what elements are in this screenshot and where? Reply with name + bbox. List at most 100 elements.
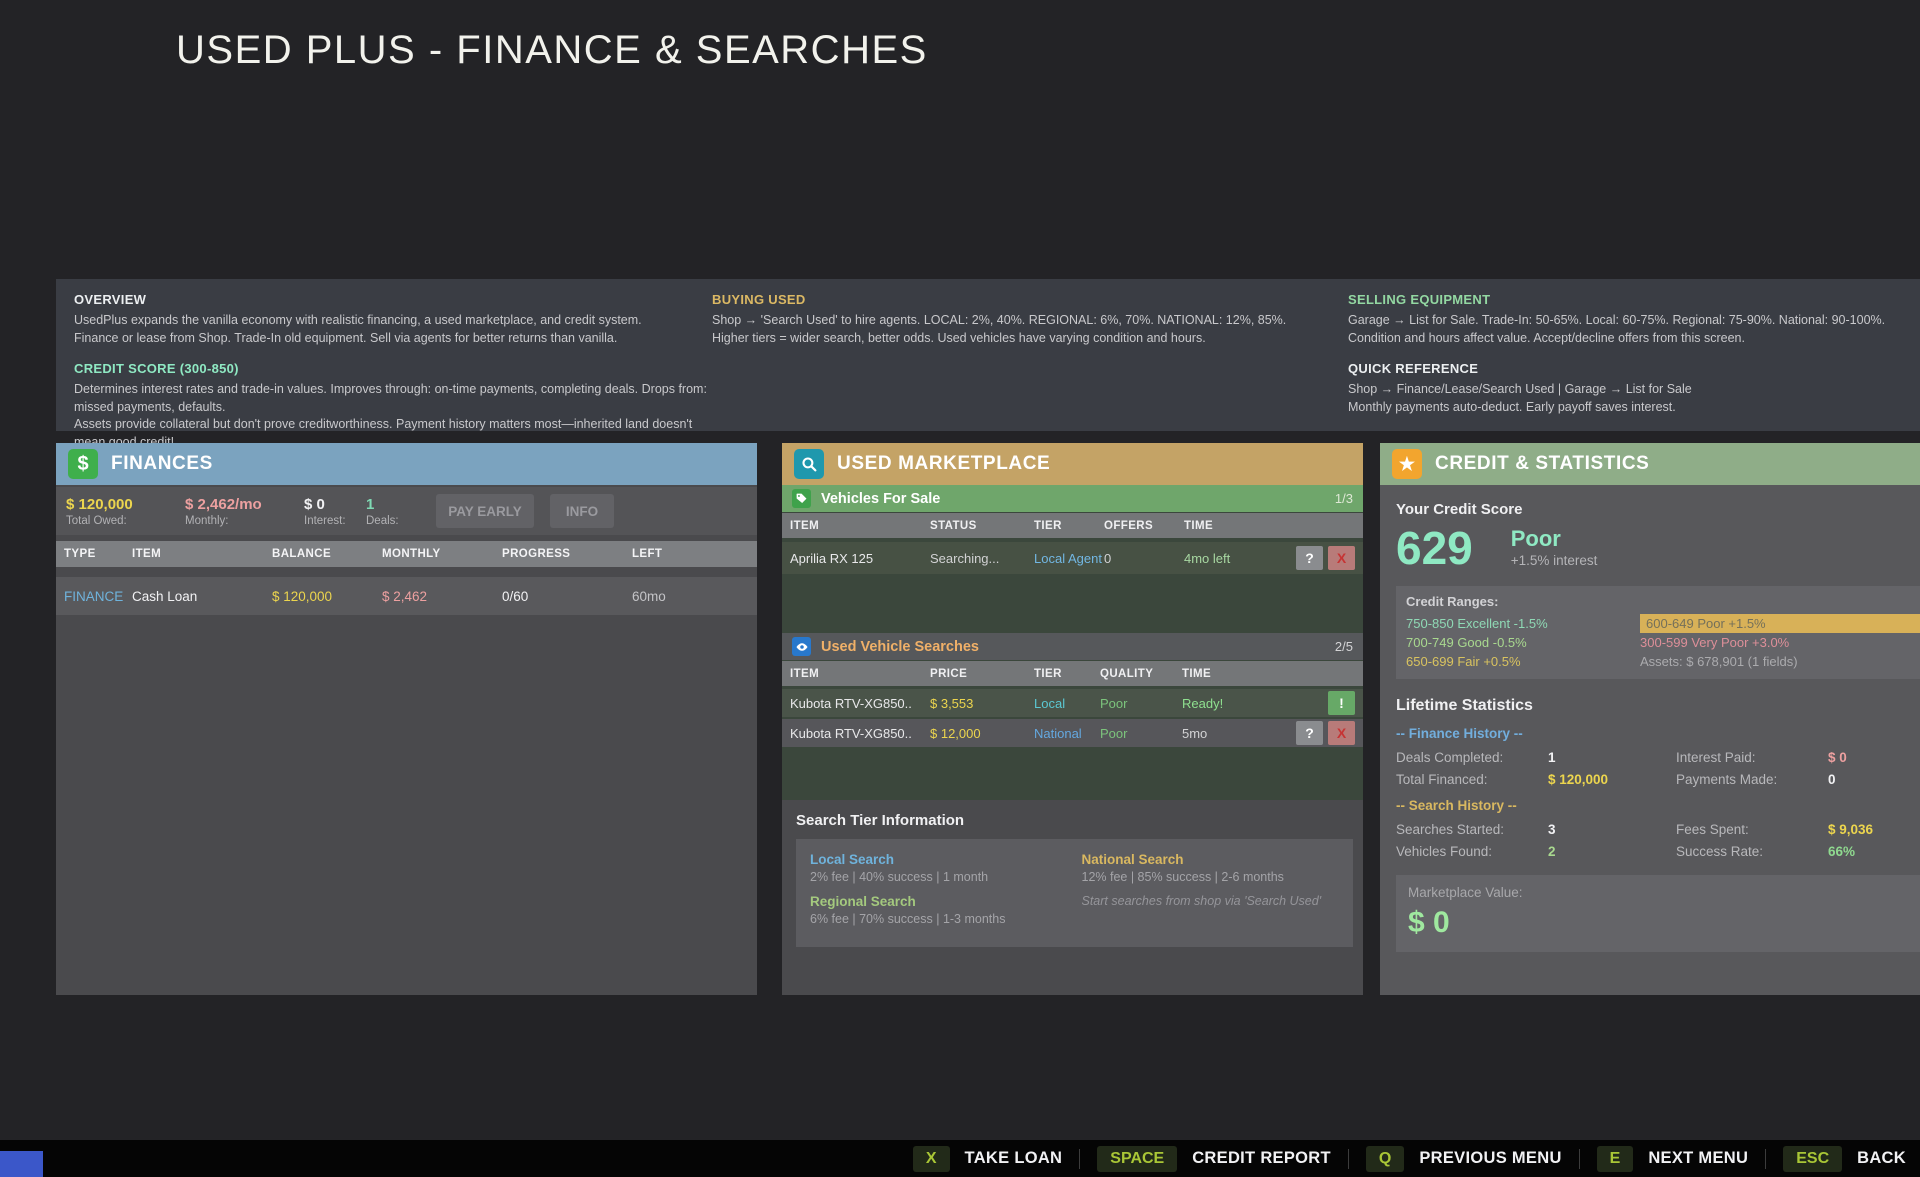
range-very-poor: 300-599 Very Poor +3.0% <box>1640 633 1920 652</box>
sea-col-quality: QUALITY <box>1100 668 1182 680</box>
separator <box>1765 1149 1766 1169</box>
vehicles-count: 1/3 <box>1335 491 1353 506</box>
search-time: Ready! <box>1182 696 1272 711</box>
search-history-stats: Searches Started: 3 Fees Spent: $ 9,036 … <box>1396 822 1920 859</box>
marketplace-header: USED MARKETPLACE <box>782 443 1363 485</box>
loan-left: 60mo <box>632 589 757 604</box>
eye-icon <box>792 637 811 656</box>
stat-label: Total Financed: <box>1396 772 1548 787</box>
next-menu-label: NEXT MENU <box>1648 1149 1748 1168</box>
veh-col-offers: OFFERS <box>1104 520 1184 532</box>
stat-value: 2 <box>1548 844 1676 859</box>
info-quick-reference-heading: QUICK REFERENCE <box>1348 361 1920 376</box>
finances-summary: $ 120,000 Total Owed: $ 2,462/mo Monthly… <box>56 487 757 535</box>
veh-col-status: STATUS <box>930 520 1034 532</box>
stat-label: Searches Started: <box>1396 822 1548 837</box>
vehicle-listing-row[interactable]: Aprilia RX 125 Searching... Local Agent … <box>782 542 1363 574</box>
search-history-heading: -- Search History -- <box>1396 798 1920 813</box>
col-balance: BALANCE <box>272 548 382 560</box>
col-type: TYPE <box>64 548 132 560</box>
monthly-payment: $ 2,462/mo Monthly: <box>185 496 300 527</box>
tier-info-right-column: National Search 12% fee | 85% success | … <box>1082 852 1354 947</box>
search-claim-button[interactable]: ! <box>1328 691 1355 715</box>
credit-ranges-box: Credit Ranges: 750-850 Excellent -1.5% 7… <box>1396 586 1920 679</box>
take-loan-action[interactable]: X TAKE LOAN <box>913 1146 1062 1172</box>
stat-label: Fees Spent: <box>1676 822 1828 837</box>
search-tier: Local <box>1034 696 1100 711</box>
credit-statistics-panel: ★ CREDIT & STATISTICS Your Credit Score … <box>1380 443 1920 995</box>
interest-label: Interest: <box>304 515 362 527</box>
loan-progress: 0/60 <box>502 589 632 604</box>
assets-value: Assets: $ 678,901 (1 fields) <box>1640 652 1920 671</box>
info-selling-heading: SELLING EQUIPMENT <box>1348 292 1920 307</box>
search-quality: Poor <box>1100 726 1182 741</box>
info-panel: OVERVIEW UsedPlus expands the vanilla ec… <box>56 279 1920 431</box>
searches-table-header: ITEM PRICE TIER QUALITY TIME <box>782 661 1363 686</box>
regional-search-detail: 6% fee | 70% success | 1-3 months <box>810 912 1082 926</box>
search-help-button[interactable]: ? <box>1296 721 1323 745</box>
info-buying-line1: Shop → 'Search Used' to hire agents. LOC… <box>712 312 1348 330</box>
finance-history-stats: Deals Completed: 1 Interest Paid: $ 0 To… <box>1396 750 1920 787</box>
stat-label: Deals Completed: <box>1396 750 1548 765</box>
marketplace-value: $ 0 <box>1408 906 1920 940</box>
stat-label: Success Rate: <box>1676 844 1828 859</box>
credit-report-action[interactable]: SPACE CREDIT REPORT <box>1097 1146 1331 1172</box>
col-progress: PROGRESS <box>502 548 632 560</box>
search-quality: Poor <box>1100 696 1182 711</box>
finances-panel: $ FINANCES $ 120,000 Total Owed: $ 2,462… <box>56 443 757 995</box>
search-icon <box>794 449 824 479</box>
loan-type: FINANCE <box>64 589 132 604</box>
deals-label: Deals: <box>366 515 418 527</box>
info-buying: BUYING USED Shop → 'Search Used' to hire… <box>712 292 1348 347</box>
listing-offers: 0 <box>1104 551 1184 566</box>
local-search-title: Local Search <box>810 852 1082 867</box>
bottom-bar: X TAKE LOAN SPACE CREDIT REPORT Q PREVIO… <box>0 1140 1920 1177</box>
tier-info-box: Local Search 2% fee | 40% success | 1 mo… <box>796 839 1353 947</box>
listing-status: Searching... <box>930 551 1034 566</box>
vehicles-for-sale-section: Vehicles For Sale 1/3 ITEM STATUS TIER O… <box>782 485 1363 633</box>
tier-info-note: Start searches from shop via 'Search Use… <box>1082 894 1354 908</box>
lifetime-statistics-heading: Lifetime Statistics <box>1396 697 1920 715</box>
search-price: $ 3,553 <box>930 696 1034 711</box>
info-selling-line2: Condition and hours affect value. Accept… <box>1348 330 1920 348</box>
stat-label: Payments Made: <box>1676 772 1828 787</box>
previous-menu-action[interactable]: Q PREVIOUS MENU <box>1366 1146 1562 1172</box>
search-cancel-button[interactable]: X <box>1328 721 1355 745</box>
info-overview: OVERVIEW UsedPlus expands the vanilla ec… <box>74 292 712 347</box>
credit-interest-note: +1.5% interest <box>1511 553 1598 568</box>
pay-early-button[interactable]: PAY EARLY <box>436 494 534 528</box>
info-button[interactable]: INFO <box>550 494 614 528</box>
tier-info-heading: Search Tier Information <box>796 812 1353 829</box>
finance-row-cash-loan[interactable]: FINANCE Cash Loan $ 120,000 $ 2,462 0/60… <box>56 577 757 615</box>
national-search-title: National Search <box>1082 852 1354 867</box>
finance-history-heading: -- Finance History -- <box>1396 726 1920 741</box>
stat-label: Interest Paid: <box>1676 750 1828 765</box>
search-result-row[interactable]: Kubota RTV-XG850.. $ 12,000 National Poo… <box>782 719 1363 747</box>
info-buying-heading: BUYING USED <box>712 292 1348 307</box>
stat-value: 3 <box>1548 822 1676 837</box>
credit-score-label: Your Credit Score <box>1396 501 1920 518</box>
interest-value: $ 0 <box>304 496 362 513</box>
monthly-payment-value: $ 2,462/mo <box>185 496 300 513</box>
back-action[interactable]: ESC BACK <box>1783 1146 1906 1172</box>
search-result-row[interactable]: Kubota RTV-XG850.. $ 3,553 Local Poor Re… <box>782 689 1363 717</box>
star-icon: ★ <box>1392 449 1422 479</box>
next-menu-action[interactable]: E NEXT MENU <box>1597 1146 1749 1172</box>
separator <box>1079 1149 1080 1169</box>
credit-body: Your Credit Score 629 Poor +1.5% interes… <box>1380 485 1920 952</box>
veh-col-tier: TIER <box>1034 520 1104 532</box>
finances-table-header: TYPE ITEM BALANCE MONTHLY PROGRESS LEFT <box>56 541 757 567</box>
range-fair: 650-699 Fair +0.5% <box>1406 652 1636 671</box>
interest-paid-summary: $ 0 Interest: <box>304 496 362 527</box>
info-selling: SELLING EQUIPMENT Garage → List for Sale… <box>1348 292 1920 347</box>
loan-balance: $ 120,000 <box>272 589 382 604</box>
info-quick-reference-line1: Shop → Finance/Lease/Search Used | Garag… <box>1348 381 1920 399</box>
marketplace-title: USED MARKETPLACE <box>837 453 1050 475</box>
screen: USED PLUS - FINANCE & SEARCHES OVERVIEW … <box>0 0 1920 1177</box>
stat-value: 66% <box>1828 844 1920 859</box>
listing-help-button[interactable]: ? <box>1296 546 1323 570</box>
listing-cancel-button[interactable]: X <box>1328 546 1355 570</box>
back-label: BACK <box>1857 1149 1906 1168</box>
col-monthly: MONTHLY <box>382 548 502 560</box>
key-e: E <box>1597 1146 1634 1172</box>
